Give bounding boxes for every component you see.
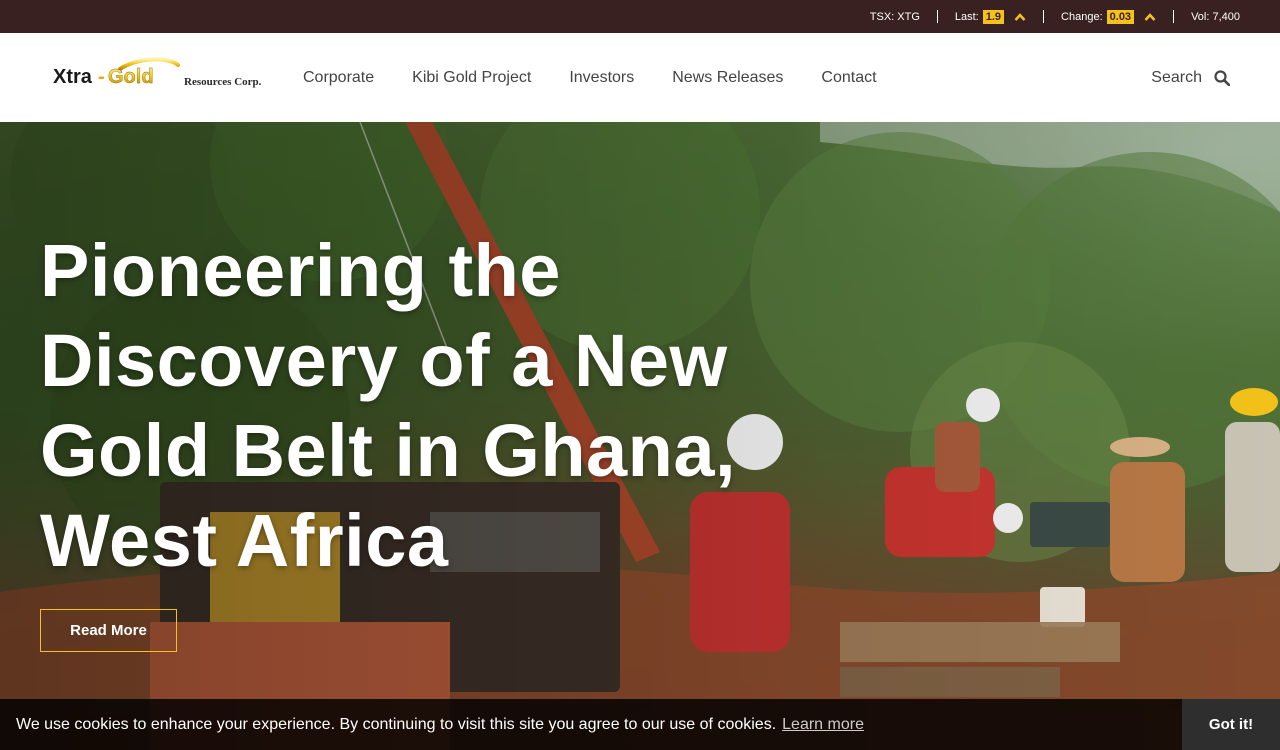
chevron-up-icon: [1014, 12, 1026, 21]
cookie-accept-button[interactable]: Got it!: [1182, 699, 1280, 750]
ticker-change-value: 0.03: [1106, 9, 1135, 24]
nav-item-kibi-gold-project[interactable]: Kibi Gold Project: [393, 69, 550, 87]
ticker-change-label: Change:: [1061, 10, 1103, 23]
hero-banner: Pioneering the Discovery of a New Gold B…: [0, 122, 1280, 750]
chevron-up-icon: [1144, 12, 1156, 21]
ticker-volume: Vol: 7,400: [1173, 10, 1280, 23]
ticker-last-value: 1.9: [982, 9, 1005, 24]
ticker-change: Change: 0.03: [1043, 9, 1173, 24]
ticker-last-label: Last:: [954, 10, 979, 23]
cookie-consent-bar: We use cookies to enhance your experienc…: [0, 699, 1280, 750]
nav-item-investors[interactable]: Investors: [550, 69, 653, 87]
search-icon: [1214, 69, 1230, 86]
logo-text-suffix: Resources Corp.: [184, 76, 262, 88]
nav-item-corporate[interactable]: Corporate: [284, 69, 393, 87]
search-button[interactable]: Search: [1151, 33, 1230, 122]
hero-headline: Pioneering the Discovery of a New Gold B…: [40, 229, 737, 582]
main-nav: Corporate Kibi Gold Project Investors Ne…: [284, 33, 896, 122]
company-logo[interactable]: Xtra - Gold Resources Corp.: [52, 55, 284, 99]
svg-text:-: -: [98, 66, 105, 88]
cookie-message: We use cookies to enhance your experienc…: [16, 715, 777, 733]
read-more-button[interactable]: Read More: [40, 609, 177, 652]
logo-text-xtra: Xtra: [53, 66, 93, 88]
site-header: Xtra - Gold Resources Corp. Corporate Ki…: [0, 33, 1280, 122]
ticker-last: Last: 1.9: [936, 9, 1043, 24]
cookie-learn-more-link[interactable]: Learn more: [782, 716, 864, 734]
ticker-symbol: TSX: XTG: [853, 10, 937, 23]
stock-ticker-bar: TSX: XTG Last: 1.9 Change: 0.03 Vol: 7,4…: [0, 0, 1280, 33]
logo-text-gold: Gold: [108, 66, 154, 88]
nav-item-contact[interactable]: Contact: [802, 69, 895, 87]
ticker-symbol-text: TSX: XTG: [869, 10, 920, 23]
ticker-volume-text: Vol: 7,400: [1191, 10, 1240, 23]
nav-item-news-releases[interactable]: News Releases: [653, 69, 802, 87]
search-label: Search: [1151, 68, 1202, 86]
